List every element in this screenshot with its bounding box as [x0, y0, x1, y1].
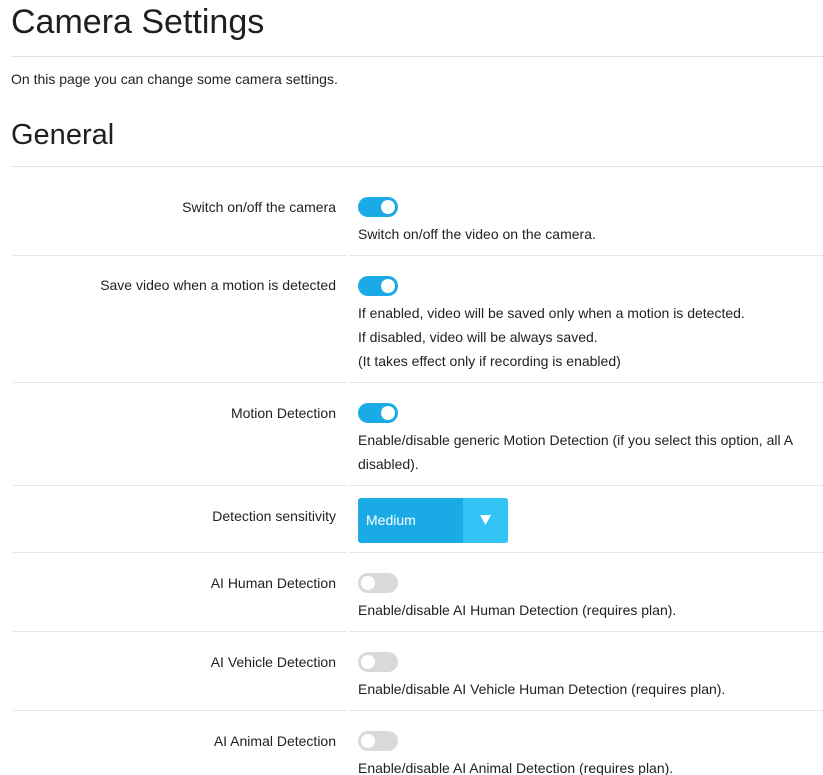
setting-description: Enable/disable AI Human Detection (requi…	[358, 598, 676, 622]
chevron-down-icon[interactable]	[463, 498, 508, 543]
setting-label: Switch on/off the camera	[182, 199, 336, 215]
camera-power-toggle[interactable]	[358, 197, 398, 217]
description-line: Switch on/off the video on the camera.	[358, 226, 596, 242]
toggle-knob	[381, 279, 395, 293]
description-line: Enable/disable generic Motion Detection …	[358, 432, 794, 448]
description-line: If disabled, video will be always saved.	[358, 329, 598, 345]
setting-label: Motion Detection	[230, 405, 336, 421]
description-line: Enable/disable AI Human Detection (requi…	[358, 602, 677, 618]
setting-row-motion-detection: Motion Detection Enable/disable generic …	[11, 383, 823, 486]
setting-row-ai-animal-detection: AI Animal Detection Enable/disable AI An…	[11, 711, 823, 775]
description-line: disabled).	[358, 456, 419, 472]
ai-animal-detection-toggle[interactable]	[358, 731, 398, 751]
motion-detection-toggle[interactable]	[358, 403, 398, 423]
setting-row-ai-human-detection: AI Human Detection Enable/disable AI Hum…	[11, 553, 823, 632]
description-line: (It takes effect only if recording is en…	[358, 353, 621, 369]
ai-vehicle-detection-toggle[interactable]	[358, 652, 398, 672]
save-on-motion-toggle[interactable]	[358, 276, 398, 296]
toggle-knob	[381, 200, 395, 214]
detection-sensitivity-select[interactable]: Medium	[358, 498, 508, 543]
toggle-knob	[361, 576, 375, 590]
toggle-knob	[381, 406, 395, 420]
setting-row-ai-vehicle-detection: AI Vehicle Detection Enable/disable AI V…	[11, 632, 823, 711]
title-divider	[11, 56, 823, 57]
setting-row-camera-power: Switch on/off the camera Switch on/off t…	[11, 166, 823, 256]
setting-description: Switch on/off the video on the camera.	[358, 222, 596, 246]
toggle-knob	[361, 655, 375, 669]
description-line: Enable/disable AI Vehicle Human Detectio…	[358, 681, 726, 697]
setting-description: Enable/disable AI Animal Detection (requ…	[358, 756, 673, 775]
setting-description: Enable/disable AI Vehicle Human Detectio…	[358, 677, 725, 701]
section-title-general: General	[11, 119, 115, 151]
setting-label: Save video when a motion is detected	[100, 277, 336, 293]
description-line: If enabled, video will be saved only whe…	[358, 305, 745, 321]
page-title: Camera Settings	[11, 3, 265, 41]
description-line: Enable/disable AI Animal Detection (requ…	[358, 760, 674, 775]
setting-description: Enable/disable generic Motion Detection …	[358, 428, 793, 476]
camera-settings-page: Camera Settings On this page you can cha…	[0, 0, 823, 775]
select-value: Medium	[366, 512, 416, 528]
toggle-knob	[361, 734, 375, 748]
setting-label: Detection sensitivity	[212, 508, 336, 524]
setting-row-save-on-motion: Save video when a motion is detected If …	[11, 256, 823, 383]
page-intro: On this page you can change some camera …	[11, 71, 338, 87]
setting-label: AI Animal Detection	[213, 733, 336, 749]
setting-row-detection-sensitivity: Detection sensitivity Medium	[11, 486, 823, 553]
setting-label: AI Vehicle Detection	[210, 654, 336, 670]
ai-human-detection-toggle[interactable]	[358, 573, 398, 593]
setting-description: If enabled, video will be saved only whe…	[358, 301, 745, 373]
setting-label: AI Human Detection	[210, 575, 336, 591]
